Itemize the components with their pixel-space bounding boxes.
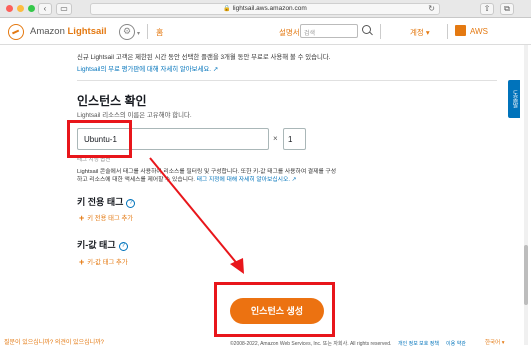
annotation-arrow (149, 157, 244, 274)
language-label: 한국어 (485, 340, 501, 346)
language-selector[interactable]: 한국어 ▾ (485, 338, 504, 346)
arrow-shaft (149, 157, 240, 267)
copyright-text: ©2008-2022, Amazon Web Services, Inc. 또는… (230, 341, 392, 347)
privacy-policy-link[interactable]: 개인 정보 보호 정책 (398, 340, 439, 347)
feedback-link[interactable]: 질문이 있으십니까? 의견이 있으십니까? (4, 337, 104, 346)
arrow-head (230, 258, 244, 274)
terms-link[interactable]: 이용 약관 (446, 340, 466, 347)
